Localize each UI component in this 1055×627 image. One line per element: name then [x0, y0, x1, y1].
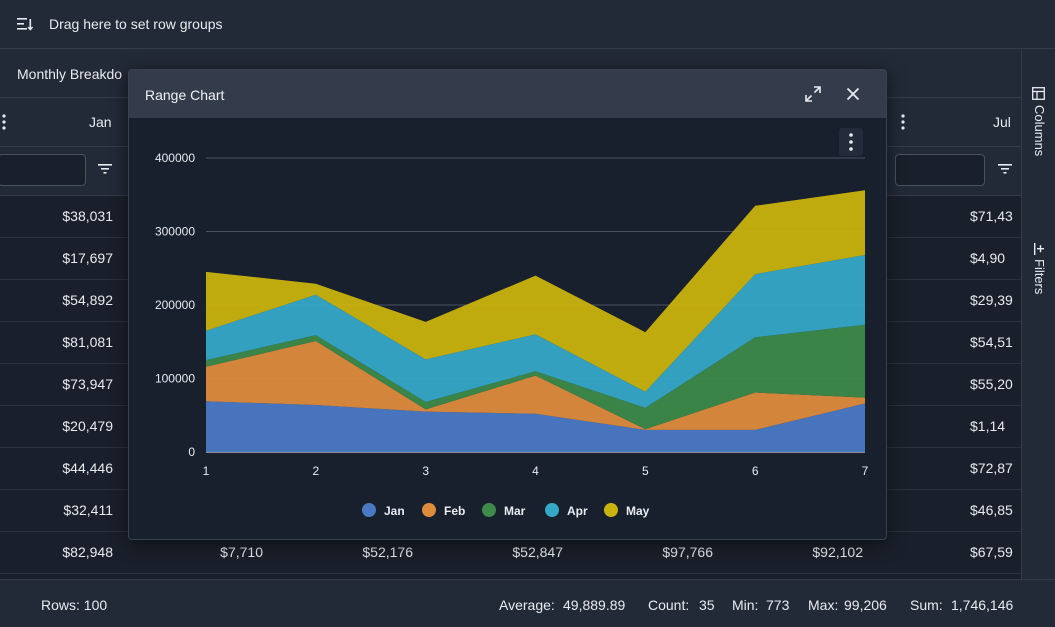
max-value: 99,206 — [844, 597, 887, 613]
column-menu-icon[interactable] — [2, 114, 6, 130]
columns-tab-label: Columns — [1032, 105, 1047, 157]
column-group-title: Monthly Breakdo — [17, 66, 123, 82]
columns-tab[interactable]: Columns — [1022, 77, 1055, 217]
x-tick-label: 6 — [752, 464, 759, 478]
table-cell: $82,948 — [62, 544, 113, 560]
max-label: Max: — [808, 597, 839, 613]
row-group-icon — [17, 18, 33, 31]
side-panel: Columns Filters — [1021, 49, 1055, 579]
dialog-title: Range Chart — [145, 87, 225, 103]
average-label: Average: — [499, 597, 555, 613]
filter-input-jan[interactable] — [0, 154, 86, 186]
legend-item-mar[interactable]: Mar — [482, 503, 526, 518]
table-cell: $97,766 — [662, 544, 713, 560]
average-value: 49,889.89 — [563, 597, 626, 613]
table-cell: $54,892 — [62, 292, 113, 308]
table-cell: $73,947 — [62, 376, 113, 392]
table-cell: $71,43 — [970, 208, 1013, 224]
sum-label: Sum: — [910, 597, 943, 613]
maximize-icon[interactable] — [801, 82, 825, 106]
legend-item-may[interactable]: May — [604, 503, 650, 518]
table-cell: $52,176 — [362, 544, 413, 560]
table-cell: $1,14 — [970, 418, 1006, 434]
filter-icon[interactable] — [98, 164, 112, 174]
table-cell: $29,39 — [970, 292, 1013, 308]
table-cell: $32,411 — [63, 502, 113, 518]
x-tick-label: 5 — [642, 464, 649, 478]
table-cell: $52,847 — [512, 544, 563, 560]
table-cell: $72,87 — [970, 460, 1013, 476]
close-icon[interactable] — [841, 82, 865, 106]
legend-item-jan[interactable]: Jan — [362, 503, 405, 518]
table-cell: $38,031 — [62, 208, 113, 224]
chart-legend: Jan Feb Mar Apr May — [362, 503, 650, 518]
legend-marker — [545, 503, 559, 517]
table-cell: $46,85 — [970, 502, 1013, 518]
y-tick-label: 400000 — [155, 151, 195, 165]
row-group-bar[interactable]: Drag here to set row groups — [0, 0, 1055, 49]
legend-label: Feb — [444, 504, 465, 518]
sum-value: 1,746,146 — [951, 597, 1014, 613]
range-chart: 0 100000 200000 300000 400000 1 2 3 4 5 6 7 Jan Feb… — [155, 128, 869, 518]
x-tick-label: 1 — [203, 464, 210, 478]
columns-icon — [1032, 87, 1045, 100]
table-cell: $54,51 — [970, 334, 1013, 350]
row-group-label: Drag here to set row groups — [49, 16, 223, 32]
filters-tab[interactable]: Filters — [1022, 233, 1055, 343]
filters-icon — [1034, 243, 1044, 255]
table-cell: $55,20 — [970, 376, 1013, 392]
chart-menu-icon[interactable] — [849, 133, 853, 137]
y-tick-label: 200000 — [155, 298, 195, 312]
min-value: 773 — [766, 597, 790, 613]
chart-menu-button[interactable] — [839, 128, 863, 156]
legend-label: Apr — [567, 504, 588, 518]
status-bar: Rows: 100 Average: 49,889.89 Count: 35 M… — [0, 579, 1055, 627]
y-tick-label: 100000 — [155, 372, 195, 386]
row-count: Rows: 100 — [41, 597, 108, 613]
legend-item-feb[interactable]: Feb — [422, 503, 465, 518]
legend-marker — [604, 503, 618, 517]
x-tick-label: 3 — [422, 464, 429, 478]
filter-icon[interactable] — [998, 164, 1012, 174]
table-cell: $44,446 — [62, 460, 113, 476]
y-tick-label: 0 — [188, 445, 195, 459]
chart-y-axis: 0 100000 200000 300000 400000 — [155, 151, 195, 459]
filters-tab-label: Filters — [1032, 259, 1047, 295]
table-cell: $7,710 — [220, 544, 263, 560]
table-cell: $67,59 — [970, 544, 1013, 560]
x-tick-label: 4 — [532, 464, 539, 478]
column-header-jan[interactable]: Jan — [89, 114, 112, 130]
legend-label: May — [626, 504, 650, 518]
count-value: 35 — [699, 597, 715, 613]
legend-item-apr[interactable]: Apr — [545, 503, 588, 518]
chart-x-axis: 1 2 3 4 5 6 7 — [203, 464, 869, 478]
legend-marker — [362, 503, 376, 517]
chart-areas — [206, 190, 865, 452]
column-header-jul[interactable]: Jul — [993, 114, 1011, 130]
x-tick-label: 2 — [312, 464, 319, 478]
dialog-title-bar[interactable]: Range Chart — [129, 70, 886, 118]
y-tick-label: 300000 — [155, 225, 195, 239]
table-cell: $4,90 — [970, 250, 1006, 266]
table-cell: $17,697 — [62, 250, 113, 266]
legend-label: Jan — [384, 504, 405, 518]
chart-dialog: Range Chart 0 100000 200000 300000 400000 1 2… — [128, 69, 887, 540]
table-cell: $92,102 — [812, 544, 863, 560]
x-tick-label: 7 — [862, 464, 869, 478]
legend-label: Mar — [504, 504, 526, 518]
legend-marker — [482, 503, 496, 517]
column-menu-icon[interactable] — [901, 114, 905, 130]
min-label: Min: — [732, 597, 759, 613]
table-cell: $20,479 — [62, 418, 113, 434]
table-cell: $81,081 — [62, 334, 113, 350]
legend-marker — [422, 503, 436, 517]
count-label: Count: — [648, 597, 690, 613]
filter-input-jul[interactable] — [895, 154, 985, 186]
